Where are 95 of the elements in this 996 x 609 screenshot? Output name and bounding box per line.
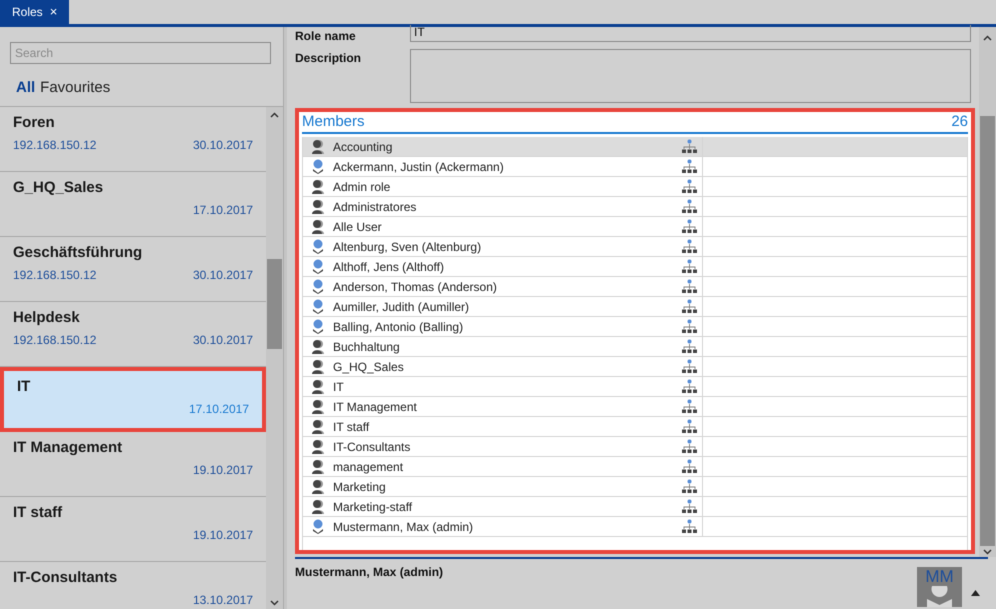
- hierarchy-icon: [682, 339, 697, 354]
- ip-address: 192.168.150.12: [13, 138, 96, 152]
- person-icon: [925, 586, 954, 607]
- member-row[interactable]: Administratores: [303, 197, 967, 217]
- user-name: Mustermann, Max (admin): [295, 564, 444, 581]
- member-row[interactable]: Admin role: [303, 177, 967, 197]
- member-row[interactable]: Accounting: [303, 137, 967, 157]
- field-label: Description: [295, 50, 362, 67]
- scrollbar[interactable]: [979, 27, 996, 557]
- hierarchy-icon: [682, 259, 697, 274]
- member-row[interactable]: Mustermann, Max (admin): [303, 517, 967, 537]
- user-initials: MM: [925, 567, 954, 586]
- hierarchy-icon: [682, 359, 697, 374]
- member-row[interactable]: IT: [303, 377, 967, 397]
- role-list-item[interactable]: IT 17.10.2017: [0, 367, 266, 432]
- hierarchy-icon: [682, 319, 697, 334]
- people-icon: [311, 199, 325, 214]
- person-icon: [312, 299, 324, 314]
- member-row[interactable]: IT-Consultants: [303, 437, 967, 457]
- scroll-up-icon[interactable]: [270, 112, 279, 118]
- person-icon: [312, 279, 324, 294]
- member-count: 26: [951, 112, 968, 132]
- scrollbar[interactable]: [266, 107, 283, 609]
- people-icon: [311, 399, 325, 414]
- search-field[interactable]: Search: [10, 42, 271, 64]
- hierarchy-icon: [682, 139, 697, 154]
- close-button[interactable]: ×: [50, 2, 58, 22]
- field-label: Role name: [295, 28, 357, 45]
- people-icon: [311, 499, 325, 514]
- people-icon: [311, 139, 325, 154]
- people-icon: [311, 179, 325, 194]
- member-row[interactable]: IT staff: [303, 417, 967, 437]
- filter-tab[interactable]: All: [16, 77, 36, 96]
- member-row[interactable]: Ackermann, Justin (Ackermann): [303, 157, 967, 177]
- scroll-thumb[interactable]: [980, 116, 995, 546]
- expand-up-icon[interactable]: [970, 590, 980, 596]
- ip-address: 192.168.150.12: [13, 333, 96, 347]
- hierarchy-icon: [682, 239, 697, 254]
- person-icon: [312, 519, 324, 534]
- ip-address: 192.168.150.12: [13, 268, 96, 282]
- date-label: 30.10.2017: [192, 138, 253, 152]
- people-icon: [311, 359, 325, 374]
- hierarchy-icon: [682, 499, 697, 514]
- person-icon: [312, 159, 324, 174]
- date-label: 17.10.2017: [188, 402, 249, 416]
- member-row[interactable]: Buchhaltung: [303, 337, 967, 357]
- member-row[interactable]: management: [303, 457, 967, 477]
- hierarchy-icon: [682, 219, 697, 234]
- description-field[interactable]: [410, 49, 971, 103]
- hierarchy-icon: [682, 159, 697, 174]
- hierarchy-icon: [682, 299, 697, 314]
- hierarchy-icon: [682, 199, 697, 214]
- people-icon: [311, 479, 325, 494]
- scroll-down-icon[interactable]: [270, 600, 279, 606]
- member-row[interactable]: Marketing-staff: [303, 497, 967, 517]
- member-row[interactable]: Aumiller, Judith (Aumiller): [303, 297, 967, 317]
- scroll-down-icon[interactable]: [983, 549, 992, 555]
- date-label: 17.10.2017: [192, 203, 253, 217]
- scroll-up-icon[interactable]: [983, 35, 992, 41]
- scroll-thumb[interactable]: [267, 259, 282, 349]
- date-label: 19.10.2017: [192, 528, 253, 542]
- hierarchy-icon: [682, 179, 697, 194]
- person-icon: [312, 239, 324, 254]
- people-icon: [311, 439, 325, 454]
- hierarchy-icon: [682, 379, 697, 394]
- member-row[interactable]: Altenburg, Sven (Altenburg): [303, 237, 967, 257]
- tab[interactable]: Roles ×: [0, 0, 70, 24]
- hierarchy-icon: [682, 279, 697, 294]
- section-title: Members: [302, 112, 365, 132]
- people-icon: [311, 419, 325, 434]
- hierarchy-icon: [682, 479, 697, 494]
- hierarchy-icon: [682, 459, 697, 474]
- member-row[interactable]: Marketing: [303, 477, 967, 497]
- person-icon: [312, 319, 324, 334]
- date-label: 30.10.2017: [192, 333, 253, 347]
- people-icon: [311, 339, 325, 354]
- filter-tab[interactable]: Favourites: [40, 77, 110, 96]
- hierarchy-icon: [682, 439, 697, 454]
- hierarchy-icon: [682, 399, 697, 414]
- hierarchy-icon: [682, 519, 697, 534]
- people-icon: [311, 459, 325, 474]
- member-row[interactable]: Alle User: [303, 217, 967, 237]
- people-icon: [311, 379, 325, 394]
- member-row[interactable]: G_HQ_Sales: [303, 357, 967, 377]
- date-label: 19.10.2017: [192, 463, 253, 477]
- member-row[interactable]: IT Management: [303, 397, 967, 417]
- member-row[interactable]: Balling, Antonio (Balling): [303, 317, 967, 337]
- hierarchy-icon: [682, 419, 697, 434]
- member-row[interactable]: Althoff, Jens (Althoff): [303, 257, 967, 277]
- date-label: 13.10.2017: [192, 593, 253, 607]
- date-label: 30.10.2017: [192, 268, 253, 282]
- member-row[interactable]: Anderson, Thomas (Anderson): [303, 277, 967, 297]
- role-name-field[interactable]: IT: [410, 25, 971, 42]
- people-icon: [311, 219, 325, 234]
- person-icon: [312, 259, 324, 274]
